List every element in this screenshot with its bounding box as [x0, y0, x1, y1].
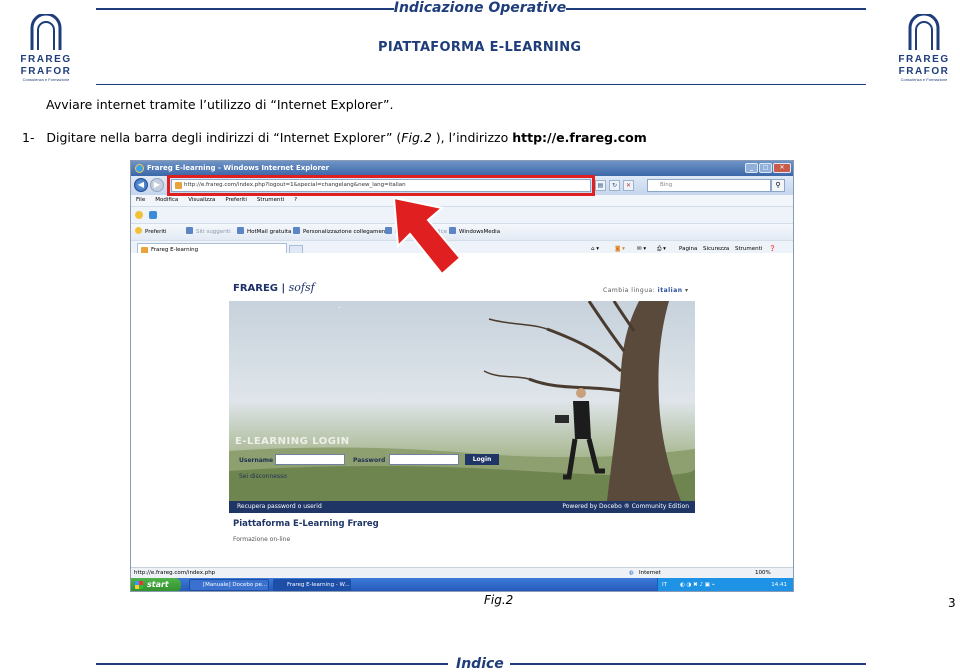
search-input[interactable]: Bing: [647, 179, 771, 192]
step-number: 1-: [22, 130, 35, 145]
menu-preferiti[interactable]: Preferiti: [225, 195, 247, 206]
status-url: http://e.frareg.com/index.php: [134, 570, 216, 576]
site-logo-script: sofsf: [288, 281, 315, 294]
task-manuale[interactable]: [Manuale] Docebo pe...: [189, 579, 269, 591]
fav-hotmail[interactable]: HotMail gratuita: [237, 224, 291, 241]
step-fig-ref: Fig.2: [401, 130, 432, 145]
red-arrow-icon: [392, 198, 462, 276]
logo-line-3: Consulenza e Formazione: [22, 77, 70, 82]
search-icon[interactable]: ⚲: [771, 179, 785, 192]
footer-rule-right: [510, 663, 866, 665]
back-button[interactable]: ◀: [134, 178, 148, 192]
menu-modifica[interactable]: Modifica: [155, 195, 178, 206]
tray-icons[interactable]: ◐ ◑ ✖ ♪ ▣ ⌁: [680, 578, 715, 591]
close-button[interactable]: ✕: [773, 163, 791, 173]
web-page: FRAREG | sofsf Cambia lingua: italian ▾ …: [131, 253, 793, 567]
language-selector[interactable]: Cambia lingua: italian ▾: [603, 287, 688, 294]
site-logo-text: FRAREG: [233, 283, 279, 294]
username-label: Username: [239, 457, 274, 464]
ie-status-bar: http://e.frareg.com/index.php ◍ Internet…: [131, 567, 793, 578]
frareg-logo-right: FRAREG FRAFOR Consulenza e Formazione: [894, 14, 954, 84]
header-title: Indicazione Operative: [393, 0, 567, 16]
logo-line-3: Consulenza e Formazione: [900, 77, 948, 82]
fav-personalizzazione[interactable]: Personalizzazione collegamenti: [293, 224, 389, 241]
index-link[interactable]: Indice: [456, 656, 504, 672]
status-message: Sei disconnesso: [239, 473, 287, 480]
windows-taskbar: start [Manuale] Docebo pe... Frareg E-le…: [131, 578, 793, 591]
logo-line-2: FRAFOR: [898, 66, 950, 77]
logo-line-2: FRAFOR: [20, 66, 72, 77]
zoom-level[interactable]: 100%: [755, 568, 771, 578]
username-field[interactable]: [275, 454, 345, 465]
platform-title: PIATTAFORMA E-LEARNING: [378, 40, 582, 55]
favorites-button[interactable]: Preferiti: [135, 224, 167, 241]
powered-by[interactable]: Powered by Docebo ® Community Edition: [562, 501, 689, 513]
status-zone: Internet: [639, 570, 661, 576]
footer-rule-left: [96, 663, 448, 665]
intro-text: Avviare internet tramite l’utilizzo di “…: [46, 97, 394, 112]
lang-value[interactable]: italian: [658, 287, 683, 294]
recover-password-link[interactable]: Recupera password o userid: [237, 501, 322, 513]
maximize-button[interactable]: □: [759, 163, 772, 173]
step-url[interactable]: http://e.frareg.com: [512, 130, 647, 145]
step-text-after: ), l’indirizzo: [431, 130, 513, 145]
window-title: Frareg E-learning - Windows Internet Exp…: [147, 164, 330, 172]
password-label: Password: [353, 457, 386, 464]
system-tray: IT ◐ ◑ ✖ ♪ ▣ ⌁ 14.41: [657, 578, 793, 591]
figure-caption: Fig.2: [484, 593, 514, 607]
address-highlight: [167, 175, 595, 196]
forward-button[interactable]: ▶: [150, 178, 164, 192]
password-field[interactable]: [389, 454, 459, 465]
lang-label: Cambia lingua:: [603, 287, 656, 294]
hero-footer-bar: Recupera password o userid Powered by Do…: [229, 501, 695, 513]
page-number: 3: [948, 596, 956, 610]
tray-lang[interactable]: IT: [662, 578, 667, 591]
header-rule-right: [566, 8, 866, 10]
menu-file[interactable]: File: [136, 195, 145, 206]
step-text-before: Digitare nella barra degli indirizzi di …: [46, 130, 402, 145]
arch-icon: [908, 14, 940, 50]
hero-image: E-LEARNING LOGIN Username Password Login…: [229, 301, 695, 501]
platform-name: Piattaforma E-Learning Frareg: [233, 519, 379, 529]
step-1: 1- Digitare nella barra degli indirizzi …: [22, 130, 647, 145]
refresh-icon[interactable]: ↻: [609, 180, 620, 191]
header-rule-left: [96, 8, 394, 10]
login-form: E-LEARNING LOGIN Username Password Login…: [235, 436, 499, 482]
fav-siti-suggeriti[interactable]: Siti suggeriti: [186, 224, 231, 241]
stop-icon[interactable]: ✕: [623, 180, 634, 191]
start-button[interactable]: start: [131, 578, 181, 591]
arch-icon: [30, 14, 62, 50]
frareg-logo-left: FRAREG FRAFOR Consulenza e Formazione: [16, 14, 76, 84]
minimize-button[interactable]: _: [745, 163, 758, 173]
login-title: E-LEARNING LOGIN: [235, 436, 350, 447]
compatibility-icon[interactable]: ▤: [595, 180, 606, 191]
ie-icon: [135, 164, 144, 173]
translate-icon[interactable]: [149, 211, 157, 219]
ie-titlebar: Frareg E-learning - Windows Internet Exp…: [131, 161, 793, 176]
logo-line-1: FRAREG: [20, 54, 72, 65]
window-controls: _ □ ✕: [745, 163, 791, 173]
platform-subtitle: Formazione on-line: [233, 536, 291, 543]
globe-icon: ◍: [629, 570, 634, 576]
header-rule-bottom: [96, 84, 866, 85]
menu-help[interactable]: ?: [294, 195, 297, 206]
menu-strumenti[interactable]: Strumenti: [257, 195, 284, 206]
menu-visualizza[interactable]: Visualizza: [188, 195, 215, 206]
tray-clock: 14.41: [771, 582, 787, 588]
logo-line-1: FRAREG: [898, 54, 950, 65]
star-icon[interactable]: [135, 211, 143, 219]
task-frareg[interactable]: Frareg E-learning - W...: [273, 579, 351, 591]
login-button[interactable]: Login: [465, 454, 499, 465]
site-logo: FRAREG | sofsf: [233, 281, 315, 294]
